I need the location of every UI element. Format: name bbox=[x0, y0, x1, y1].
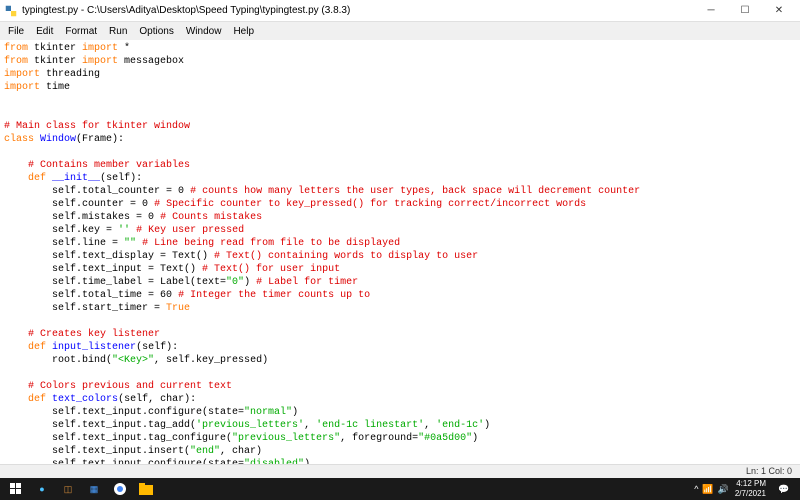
clock-time: 4:12 PM bbox=[735, 479, 766, 489]
start-button[interactable] bbox=[4, 478, 28, 500]
menu-format[interactable]: Format bbox=[59, 24, 103, 39]
cursor-position: Ln: 1 Col: 0 bbox=[746, 466, 792, 476]
menu-help[interactable]: Help bbox=[227, 24, 260, 39]
chrome-icon[interactable] bbox=[108, 478, 132, 500]
notifications-icon[interactable]: 💬 bbox=[772, 478, 796, 500]
system-tray[interactable]: ^ 📶 🔊 bbox=[694, 484, 729, 495]
statusbar: Ln: 1 Col: 0 bbox=[0, 464, 800, 478]
wifi-icon[interactable]: 📶 bbox=[702, 484, 713, 495]
menu-edit[interactable]: Edit bbox=[30, 24, 59, 39]
code-editor[interactable]: from tkinter import * from tkinter impor… bbox=[0, 40, 800, 465]
menu-options[interactable]: Options bbox=[133, 24, 179, 39]
tray-chevron-icon[interactable]: ^ bbox=[694, 484, 698, 494]
taskbar: ● ◫ ▦ ^ 📶 🔊 4:12 PM 2/7/2021 💬 bbox=[0, 478, 800, 500]
app-icon-1[interactable]: ▦ bbox=[82, 478, 106, 500]
menu-run[interactable]: Run bbox=[103, 24, 133, 39]
window-controls: ─ ☐ ✕ bbox=[694, 0, 796, 22]
volume-icon[interactable]: 🔊 bbox=[718, 484, 729, 495]
menu-window[interactable]: Window bbox=[180, 24, 228, 39]
maximize-button[interactable]: ☐ bbox=[728, 0, 762, 22]
menu-file[interactable]: File bbox=[2, 24, 30, 39]
close-button[interactable]: ✕ bbox=[762, 0, 796, 22]
python-icon bbox=[4, 4, 18, 18]
minimize-button[interactable]: ─ bbox=[694, 0, 728, 22]
task-view-icon[interactable]: ◫ bbox=[56, 478, 80, 500]
titlebar: typingtest.py - C:\Users\Aditya\Desktop\… bbox=[0, 0, 800, 22]
clock-date: 2/7/2021 bbox=[735, 489, 766, 499]
explorer-icon[interactable] bbox=[134, 478, 158, 500]
taskbar-clock[interactable]: 4:12 PM 2/7/2021 bbox=[735, 479, 766, 499]
cortana-icon[interactable]: ● bbox=[30, 478, 54, 500]
window-title: typingtest.py - C:\Users\Aditya\Desktop\… bbox=[22, 5, 694, 16]
menubar: File Edit Format Run Options Window Help bbox=[0, 22, 800, 40]
